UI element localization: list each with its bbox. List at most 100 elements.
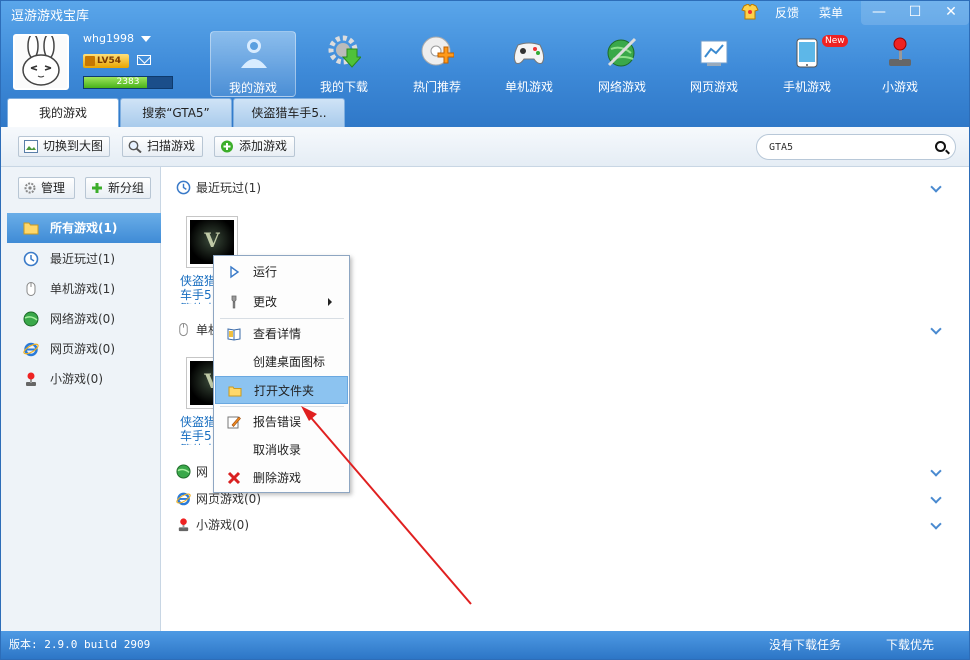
app-title: 逗游游戏宝库: [11, 9, 90, 24]
person-icon: [241, 39, 267, 68]
menu-item-run[interactable]: 运行: [215, 258, 348, 286]
top-header: 逗游游戏宝库 反馈 菜单 — ☐ ✕ whg1998 LV54 2383 我的游…: [1, 1, 969, 127]
ie-icon: [176, 492, 191, 506]
sidebar-item-all-games[interactable]: 所有游戏(1): [7, 213, 161, 243]
menu-separator: [220, 406, 344, 407]
nav-single-games[interactable]: 单机游戏: [486, 31, 572, 97]
new-badge: New: [822, 35, 848, 47]
close-button[interactable]: ✕: [933, 1, 969, 25]
nav-mini-games[interactable]: 小游戏: [857, 31, 943, 97]
nav-my-downloads[interactable]: 我的下载: [301, 31, 387, 97]
gear-icon: [24, 182, 36, 194]
mouse-icon: [179, 322, 188, 337]
folder-icon: [228, 386, 242, 397]
minimize-button[interactable]: —: [861, 1, 897, 25]
globe-icon: [176, 464, 191, 479]
download-gear-icon: [328, 35, 361, 68]
app-window: 逗游游戏宝库 反馈 菜单 — ☐ ✕ whg1998 LV54 2383 我的游…: [0, 0, 970, 660]
phone-icon: [796, 38, 818, 68]
rabbit-avatar-icon: [15, 36, 67, 88]
sidebar-item-recent[interactable]: 最近玩过(1): [7, 244, 161, 274]
plus-icon: [92, 183, 102, 193]
tab-strip: 我的游戏 搜索“GTA5” 侠盗猎车手5..: [1, 98, 969, 127]
download-priority-button[interactable]: 下载优先: [886, 631, 934, 659]
menu-item-delete[interactable]: 删除游戏: [215, 464, 348, 492]
picture-icon: [24, 140, 38, 153]
magnifier-icon: [128, 140, 142, 153]
sidebar-item-web[interactable]: 网页游戏(0): [7, 334, 161, 364]
new-group-button[interactable]: 新分组: [85, 177, 151, 199]
nav-web-games[interactable]: 网页游戏: [671, 31, 757, 97]
feedback-button[interactable]: 反馈: [775, 3, 799, 23]
search-input[interactable]: [769, 139, 929, 155]
nav-hot-recommend[interactable]: 热门推荐: [394, 31, 480, 97]
section-recent[interactable]: 最近玩过(1): [176, 178, 261, 198]
mail-icon[interactable]: [137, 55, 151, 65]
exp-bar: 2383: [83, 76, 173, 89]
play-icon: [230, 265, 240, 279]
plus-circle-icon: [221, 140, 233, 153]
switch-big-view-button[interactable]: 切换到大图: [18, 136, 110, 157]
chevron-down-icon[interactable]: [930, 494, 942, 506]
chevron-down-icon[interactable]: [930, 520, 942, 532]
chevron-down-icon[interactable]: [930, 325, 942, 337]
nav-mobile-games[interactable]: New 手机游戏: [764, 31, 850, 97]
menu-item-change[interactable]: 更改: [215, 288, 348, 316]
submenu-arrow-icon: [328, 298, 332, 306]
book-icon: [227, 328, 241, 341]
joystick-icon: [178, 518, 189, 532]
clock-icon: [23, 251, 39, 267]
menu-item-details[interactable]: 查看详情: [215, 320, 348, 348]
exp-value: 2383: [116, 77, 140, 87]
tab-search-gta5[interactable]: 搜索“GTA5”: [120, 98, 232, 127]
menu-button[interactable]: 菜单: [819, 3, 843, 23]
folder-icon: [23, 222, 39, 235]
username[interactable]: whg1998: [83, 32, 152, 45]
sidebar: 管理 新分组 所有游戏(1) 最近玩过(1) 单机游戏(1) 网络游戏(0) 网…: [1, 167, 161, 631]
manage-button[interactable]: 管理: [18, 177, 75, 199]
clock-icon: [176, 180, 191, 195]
joystick-icon: [26, 372, 36, 386]
tab-my-games[interactable]: 我的游戏: [7, 98, 119, 127]
download-task-status[interactable]: 没有下载任务: [769, 631, 841, 659]
menu-separator: [220, 318, 344, 319]
chevron-down-icon[interactable]: [141, 36, 152, 42]
tab-gta5[interactable]: 侠盗猎车手5..: [233, 98, 345, 127]
context-menu: 运行 更改 查看详情 创建桌面图标 打开文件夹 报告错误 取消收录 删除游戏: [213, 255, 350, 493]
globe-sword-icon: [607, 37, 637, 67]
menu-item-open-folder[interactable]: 打开文件夹: [215, 376, 348, 404]
joystick-icon: [889, 37, 911, 66]
level-badge: LV54: [83, 54, 129, 68]
add-game-button[interactable]: 添加游戏: [214, 136, 295, 157]
menu-item-unfavorite[interactable]: 取消收录: [215, 436, 348, 464]
skin-icon[interactable]: [741, 3, 759, 24]
menu-item-report-error[interactable]: 报告错误: [215, 408, 348, 436]
delete-x-icon: [227, 471, 241, 485]
search-box: [756, 134, 956, 160]
sidebar-item-online[interactable]: 网络游戏(0): [7, 304, 161, 334]
sidebar-item-single[interactable]: 单机游戏(1): [7, 274, 161, 304]
scan-games-button[interactable]: 扫描游戏: [122, 136, 203, 157]
search-icon[interactable]: [935, 141, 946, 152]
chevron-down-icon[interactable]: [930, 467, 942, 479]
menu-item-desktop-icon[interactable]: 创建桌面图标: [215, 348, 348, 376]
chevron-down-icon[interactable]: [930, 183, 942, 195]
status-bar: 版本: 2.9.0 build 2909 没有下载任务 下载优先: [1, 631, 969, 659]
window-controls: — ☐ ✕: [861, 1, 969, 25]
web-chart-icon: [700, 40, 728, 66]
wrench-icon: [231, 295, 237, 309]
ie-icon: [23, 342, 39, 357]
avatar[interactable]: [13, 34, 69, 90]
maximize-button[interactable]: ☐: [897, 1, 933, 25]
gamepad-icon: [513, 42, 545, 64]
nav-online-games[interactable]: 网络游戏: [579, 31, 665, 97]
disc-icon: [421, 36, 454, 66]
level-icon: [85, 56, 95, 66]
version-text: 版本: 2.9.0 build 2909: [9, 638, 151, 651]
mouse-icon: [26, 282, 36, 296]
nav-my-games[interactable]: 我的游戏: [210, 31, 296, 97]
globe-icon: [23, 311, 39, 327]
section-online[interactable]: 网: [176, 462, 208, 482]
sidebar-item-mini[interactable]: 小游戏(0): [7, 364, 161, 394]
section-mini[interactable]: 小游戏(0): [176, 515, 249, 535]
